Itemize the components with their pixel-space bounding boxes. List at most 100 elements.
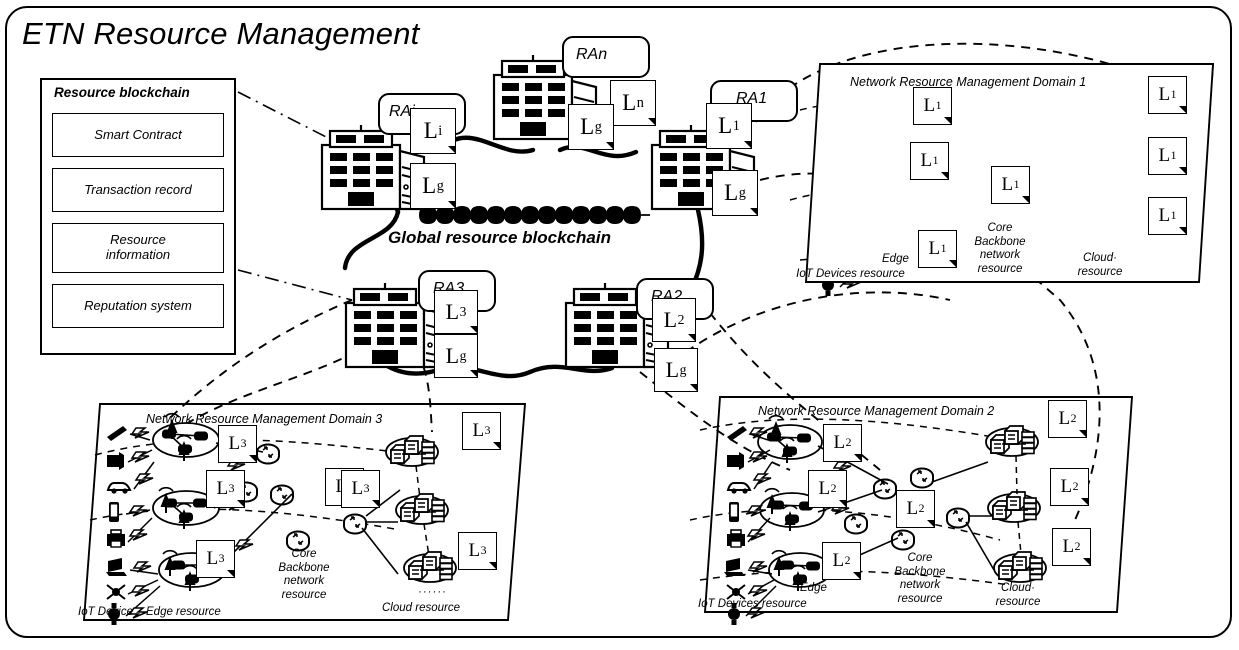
domain3-core-caption: Core Backbone network resource (278, 548, 330, 601)
ledger-letter: L (920, 150, 933, 171)
domain2-ledger-note[interactable]: L2 (808, 470, 847, 508)
ledger-letter: L (1001, 174, 1014, 195)
core-router (343, 513, 367, 535)
ledger-letter: L (665, 357, 680, 382)
ledger-sub: 1 (1013, 178, 1020, 191)
blockchain-link-line (237, 91, 333, 141)
domain3-ledger-note[interactable]: L3 (206, 470, 245, 508)
ledger-note-l3-ra3[interactable]: L3 (434, 290, 478, 334)
domain1-edge-caption: Edge (882, 253, 909, 265)
diagram-canvas: ETN Resource Management Resource blockch… (0, 0, 1239, 650)
ledger-letter: L (663, 307, 678, 332)
ledger-note-lg-rai[interactable]: Lg (410, 163, 456, 209)
ledger-note-lg-ra2[interactable]: Lg (654, 348, 698, 392)
ledger-letter: L (1062, 536, 1075, 557)
ledger-sub: 1 (935, 99, 942, 112)
ledger-sub: 3 (240, 437, 247, 450)
ledger-letter: L (1158, 84, 1171, 105)
rb-item-smart-contract[interactable]: Smart Contract (52, 113, 224, 157)
domain2-title: Network Resource Management Domain 2 (758, 404, 995, 418)
rb-item-resource-information[interactable]: Resource information (52, 223, 224, 273)
domain2-ledger-note[interactable]: L2 (822, 542, 861, 580)
ledger-note-ln[interactable]: Ln (610, 80, 656, 126)
domain1-ledger-note[interactable]: L1 (991, 166, 1030, 204)
domain2-ledger-note[interactable]: L2 (1052, 528, 1091, 566)
ledger-letter: L (206, 548, 219, 569)
core-router (844, 513, 868, 535)
domain1-ledger-note[interactable]: L1 (1148, 137, 1187, 175)
ledger-sub: i (438, 122, 443, 139)
domain2-cloud-caption: Cloud· resource (995, 582, 1041, 608)
ledger-note-lg-ra3[interactable]: Lg (434, 334, 478, 378)
ledger-letter: L (1158, 145, 1171, 166)
ledger-letter: L (216, 478, 229, 499)
ledger-note-lg-ra1[interactable]: Lg (712, 170, 758, 216)
ledger-sub: g (594, 118, 602, 135)
domain2-ledger-note[interactable]: L2 (823, 424, 862, 462)
ledger-sub: n (636, 94, 644, 111)
domain3-ledger-note[interactable]: L3 (462, 412, 501, 450)
ledger-letter: L (833, 432, 846, 453)
ledger-note-li[interactable]: Li (410, 108, 456, 154)
domain2-ledger-note[interactable]: L2 (1048, 400, 1087, 438)
ledger-sub: g (679, 362, 687, 377)
rb-item-transaction-record[interactable]: Transaction record (52, 168, 224, 212)
domain2-edge-caption: Edge (800, 582, 827, 594)
ledger-letter: L (1060, 476, 1073, 497)
domain1-ledger-note[interactable]: L1 (910, 142, 949, 180)
ra-building-rai (320, 123, 426, 211)
rb-item-reputation-system[interactable]: Reputation system (52, 284, 224, 328)
domain1-title: Network Resource Management Domain 1 (850, 75, 1087, 89)
ledger-letter: L (1058, 408, 1071, 429)
domain3-ellipsis: ······ (418, 586, 447, 598)
ledger-sub: 3 (459, 304, 467, 319)
ledger-sub: 3 (228, 482, 235, 495)
domain2-ledger-note[interactable]: L2 (896, 490, 935, 528)
ra-label-ran: RAn (576, 46, 608, 63)
ledger-letter: L (622, 90, 637, 115)
domain2-core-caption: Core Backbone network resource (894, 552, 946, 605)
domain3-edge-caption: Edge resource (146, 606, 221, 618)
domain1-ledger-note[interactable]: L1 (1148, 76, 1187, 114)
ledger-letter: L (445, 299, 460, 324)
ledger-letter: L (818, 478, 831, 499)
domain1-iot-caption: IoT Devices resource (796, 268, 905, 280)
domain3-iot-caption: IoT Device (78, 606, 133, 618)
ledger-letter: L (906, 498, 919, 519)
ledger-sub: 1 (1170, 149, 1177, 162)
ledger-sub: 2 (844, 554, 851, 567)
ledger-sub: 2 (1074, 540, 1081, 553)
ledger-letter: L (472, 420, 485, 441)
ledger-sub: 2 (918, 502, 925, 515)
ledger-note-l1-ra1[interactable]: L1 (706, 103, 752, 149)
ledger-letter: L (468, 540, 481, 561)
domain1-ledger-note[interactable]: L1 (913, 87, 952, 125)
core-router (256, 443, 280, 465)
ledger-sub: 3 (480, 544, 487, 557)
ledger-sub: 1 (732, 117, 740, 134)
ledger-sub: g (436, 177, 444, 194)
domain3-cloud-caption: Cloud resource (382, 602, 460, 614)
ledger-letter: L (724, 180, 739, 205)
domain3-ledger-note[interactable]: L3 (458, 532, 497, 570)
ledger-letter: L (351, 478, 364, 499)
domain3-ledger-note[interactable]: L3 (218, 425, 257, 463)
ledger-letter: L (423, 118, 438, 143)
domain1-ledger-note[interactable]: L1 (1148, 197, 1187, 235)
ledger-sub: 2 (677, 312, 685, 327)
ledger-sub: 2 (845, 436, 852, 449)
domain1-core-caption: Core Backbone network resource (974, 222, 1026, 275)
ledger-letter: L (228, 433, 241, 454)
ledger-note-lg-ran[interactable]: Lg (568, 104, 614, 150)
domain3-ledger-note[interactable]: L3 (196, 540, 235, 578)
ledger-note-l2-ra2[interactable]: L2 (652, 298, 696, 342)
ledger-letter: L (422, 173, 437, 198)
domain1-ledger-note[interactable]: L1 (918, 230, 957, 268)
domain2-ledger-note[interactable]: L2 (1050, 468, 1089, 506)
core-router (270, 484, 294, 506)
ledger-sub: g (738, 184, 746, 201)
domain3-ledger-note[interactable]: L3 (341, 470, 380, 508)
core-router (946, 507, 970, 529)
ledger-sub: 2 (830, 482, 837, 495)
ledger-sub: 2 (1072, 480, 1079, 493)
